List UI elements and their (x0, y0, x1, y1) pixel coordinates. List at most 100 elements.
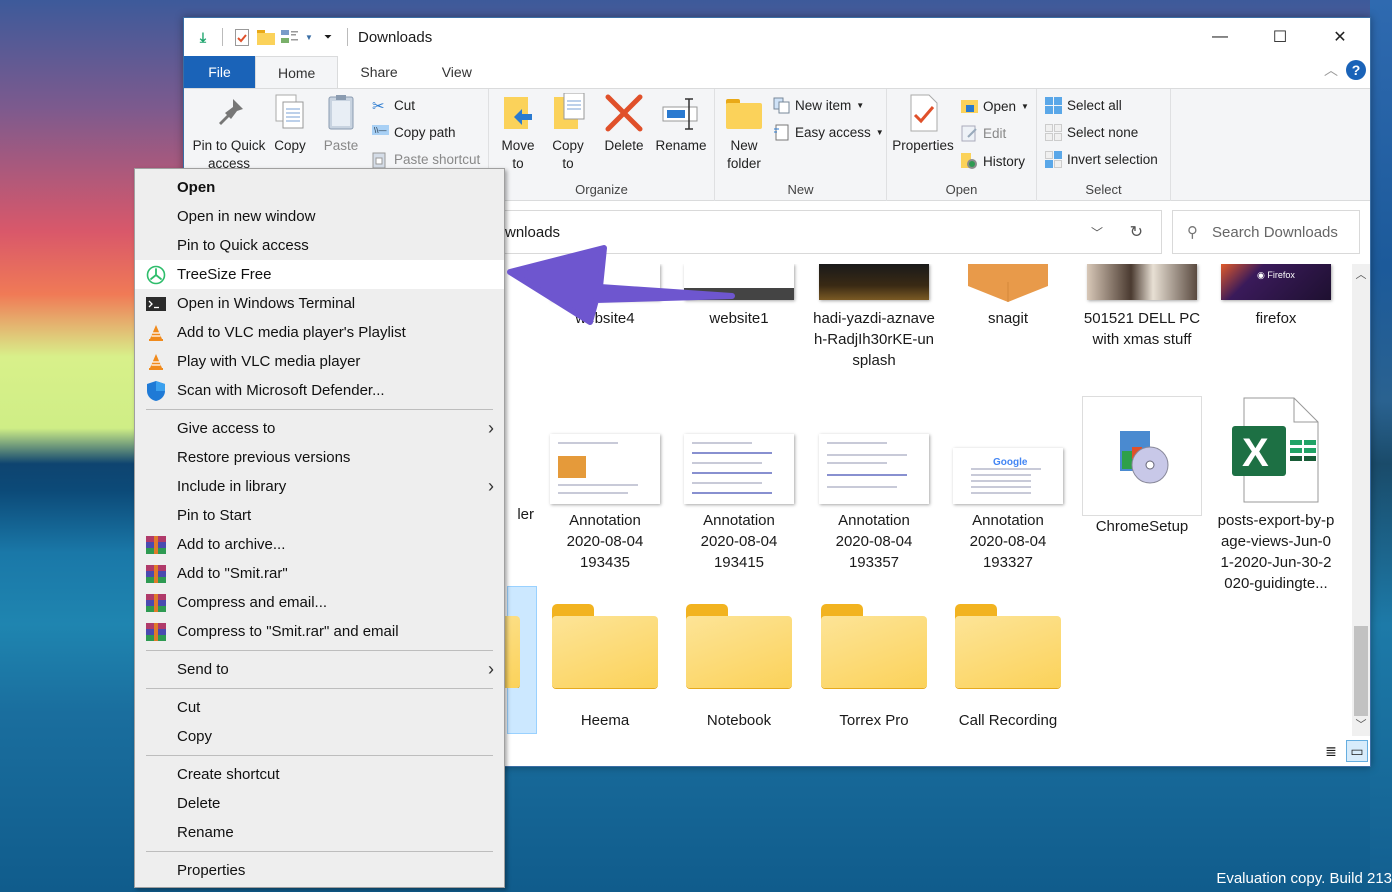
help-icon[interactable]: ? (1346, 60, 1366, 80)
paste-button[interactable]: Paste (320, 93, 362, 155)
divider (222, 28, 223, 46)
menu-item-properties[interactable]: Properties (135, 856, 504, 885)
cut-button[interactable]: ✂ Cut (372, 94, 415, 116)
close-button[interactable]: ✕ (1310, 18, 1370, 56)
file-item[interactable]: ◉ Firefox firefox (1211, 264, 1341, 329)
menu-item-open-new-window[interactable]: Open in new window (135, 202, 504, 231)
menu-item-include-library[interactable]: Include in library › (135, 472, 504, 501)
details-view-icon[interactable]: ≣ (1320, 740, 1342, 762)
refresh-icon[interactable]: ↻ (1130, 222, 1143, 242)
file-item[interactable]: website4 (540, 264, 670, 329)
rename-button[interactable]: Rename (653, 93, 709, 155)
folder-item[interactable]: Call Recording (943, 604, 1073, 731)
select-group: Select all Select none Invert selection … (1037, 89, 1171, 201)
new-folder-icon[interactable] (257, 28, 275, 46)
file-item[interactable]: Annotation 2020-08-04 193415 (674, 396, 804, 573)
menu-item-give-access[interactable]: Give access to › (135, 414, 504, 443)
properties-icon[interactable] (233, 28, 251, 46)
tab-file[interactable]: File (184, 56, 255, 88)
address-dropdown-icon[interactable]: ﹀ (1091, 224, 1103, 241)
scissors-icon: ✂ (372, 97, 385, 115)
tab-home[interactable]: Home (255, 56, 339, 88)
rename-icon (661, 93, 701, 133)
menu-item-compress-smit-email[interactable]: Compress to "Smit.rar" and email (135, 617, 504, 646)
file-item[interactable]: Annotation 2020-08-04 193435 (540, 396, 670, 573)
select-none-button[interactable]: Select none (1045, 121, 1138, 143)
scroll-down-icon[interactable]: ﹀ (1352, 716, 1370, 734)
tab-share[interactable]: Share (338, 56, 419, 88)
move-to-button[interactable]: Move to (495, 93, 541, 173)
download-icon[interactable]: ⤓ (194, 28, 212, 46)
invert-selection-button[interactable]: Invert selection (1045, 148, 1158, 170)
copy-button[interactable]: Copy (270, 93, 310, 155)
scroll-up-icon[interactable]: ︿ (1352, 266, 1370, 284)
folder-item[interactable]: Heema (540, 604, 670, 731)
menu-item-add-smit-rar[interactable]: Add to "Smit.rar" (135, 559, 504, 588)
pin-quick-access-button[interactable]: Pin to Quick access (188, 93, 270, 173)
menu-item-add-archive[interactable]: Add to archive... (135, 530, 504, 559)
minimize-button[interactable]: — (1190, 18, 1250, 56)
menu-item-vlc-playlist[interactable]: Add to VLC media player's Playlist (135, 318, 504, 347)
view-dropdown-icon[interactable]: ▼ (305, 28, 313, 46)
copy-path-icon: \\— (372, 124, 389, 141)
file-item[interactable]: snagit (943, 264, 1073, 329)
menu-item-send-to[interactable]: Send to › (135, 655, 504, 684)
menu-item-compress-email[interactable]: Compress and email... (135, 588, 504, 617)
organize-group-label: Organize (575, 182, 628, 197)
treesize-icon (135, 265, 177, 285)
copy-to-button[interactable]: Copy to (545, 92, 591, 173)
file-item[interactable]: Annotation 2020-08-04 193357 (809, 396, 939, 573)
menu-item-create-shortcut[interactable]: Create shortcut (135, 760, 504, 789)
maximize-button[interactable]: ☐ (1250, 18, 1310, 56)
file-item[interactable]: ChromeSetup (1077, 396, 1207, 537)
file-item[interactable]: Google Annotation 2020-08-04 193327 (943, 396, 1073, 573)
file-item[interactable]: X posts-export-by-page-views-Jun-01-2020… (1211, 396, 1341, 594)
paste-shortcut-button[interactable]: Paste shortcut (372, 148, 480, 170)
delete-button[interactable]: Delete (601, 93, 647, 155)
menu-item-pin-quick-access[interactable]: Pin to Quick access (135, 231, 504, 260)
copy-path-button[interactable]: \\— Copy path (372, 121, 456, 143)
view-icon[interactable] (281, 28, 299, 46)
properties-button[interactable]: Properties (891, 93, 955, 155)
menu-item-delete[interactable]: Delete (135, 789, 504, 818)
search-input[interactable]: ⚲ Search Downloads (1172, 210, 1360, 254)
file-item[interactable]: website1 (674, 264, 804, 329)
folder-item[interactable]: Torrex Pro (809, 604, 939, 731)
menu-item-treesize[interactable]: TreeSize Free (135, 260, 504, 289)
open-button[interactable]: Open ▼ (961, 95, 1029, 117)
menu-item-copy[interactable]: Copy (135, 722, 504, 751)
history-button[interactable]: History (961, 150, 1025, 172)
address-bar[interactable]: wnloads ﹀ ↻ (492, 210, 1162, 254)
installer-icon (1082, 396, 1202, 516)
menu-item-defender-scan[interactable]: Scan with Microsoft Defender... (135, 376, 504, 405)
dropdown-icon: ▼ (875, 127, 884, 137)
large-icons-view-icon[interactable]: ▭ (1346, 740, 1368, 762)
file-item[interactable]: 501521 DELL PC with xmas stuff (1077, 264, 1207, 350)
menu-item-rename[interactable]: Rename (135, 818, 504, 847)
select-all-button[interactable]: Select all (1045, 94, 1122, 116)
new-folder-button[interactable]: New folder (719, 93, 769, 173)
select-group-label: Select (1085, 182, 1122, 197)
vertical-scrollbar[interactable]: ︿ ﹀ (1352, 264, 1370, 736)
folder-icon (955, 604, 1061, 688)
menu-item-windows-terminal[interactable]: Open in Windows Terminal (135, 289, 504, 318)
menu-item-vlc-play[interactable]: Play with VLC media player (135, 347, 504, 376)
folder-item[interactable]: Notebook (674, 604, 804, 731)
menu-item-pin-start[interactable]: Pin to Start (135, 501, 504, 530)
menu-item-cut[interactable]: Cut (135, 693, 504, 722)
collapse-ribbon-icon[interactable]: ︿ (1324, 60, 1338, 80)
edit-button[interactable]: Edit (961, 122, 1006, 144)
svg-text:\\—: \\— (374, 126, 386, 135)
menu-item-open[interactable]: Open (135, 173, 504, 202)
scrollbar-thumb[interactable] (1354, 626, 1368, 716)
submenu-arrow-icon: › (488, 659, 494, 679)
easy-access-button[interactable]: Easy access ▼ (773, 121, 884, 143)
organize-group: Move to Copy to Delete Rename Organize (489, 89, 715, 201)
new-item-button[interactable]: New item ▼ (773, 94, 864, 116)
menu-item-restore-versions[interactable]: Restore previous versions (135, 443, 504, 472)
customize-dropdown-icon[interactable]: ⏷ (319, 28, 337, 46)
search-icon: ⚲ (1187, 224, 1198, 241)
tab-view[interactable]: View (420, 56, 494, 88)
file-item[interactable]: hadi-yazdi-aznaveh-RadjIh30rKE-unsplash (809, 264, 939, 371)
winrar-icon (135, 535, 177, 554)
